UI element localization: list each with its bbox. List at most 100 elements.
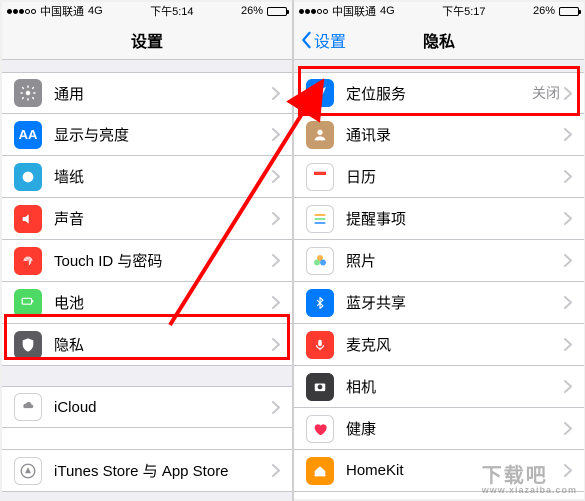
homekit-icon xyxy=(306,457,334,485)
list-row[interactable]: 健康 xyxy=(294,408,584,450)
watermark-text: 下载吧 xyxy=(482,465,548,487)
carrier-label: 中国联通 xyxy=(332,3,376,19)
chevron-right-icon xyxy=(564,87,572,100)
wallpaper-icon xyxy=(14,163,42,191)
list-row[interactable]: 照片 xyxy=(294,240,584,282)
list-row[interactable]: 定位服务关闭 xyxy=(294,72,584,114)
row-subtitle xyxy=(2,428,292,450)
chevron-right-icon xyxy=(272,296,280,309)
battery-icon xyxy=(267,7,287,16)
privacy-list[interactable]: 定位服务关闭通讯录日历提醒事项照片蓝牙共享麦克风相机健康HomeKit运动与健身… xyxy=(294,60,584,499)
list-row[interactable]: 墙纸 xyxy=(2,156,292,198)
signal-dots-icon xyxy=(299,9,328,14)
row-label: 声音 xyxy=(54,208,272,229)
list-row[interactable]: AA显示与亮度 xyxy=(2,114,292,156)
time-label: 下午5:17 xyxy=(442,3,485,19)
list-row[interactable]: 蓝牙共享 xyxy=(294,282,584,324)
chevron-right-icon xyxy=(272,87,280,100)
chevron-right-icon xyxy=(564,296,572,309)
camera-icon xyxy=(306,373,334,401)
network-label: 4G xyxy=(380,5,395,17)
row-label: 麦克风 xyxy=(346,334,564,355)
row-label: iCloud xyxy=(54,399,272,416)
row-label: 照片 xyxy=(346,250,564,271)
list-row[interactable]: 电池 xyxy=(2,282,292,324)
settings-list[interactable]: 通用 AA显示与亮度墙纸声音 Touch ID 与密码电池隐私 iCloud iTun… xyxy=(2,60,292,499)
network-label: 4G xyxy=(88,5,103,17)
nav-bar: 设置 隐私 xyxy=(294,20,584,60)
icloud-icon xyxy=(14,393,42,421)
list-row[interactable]: 隐私 xyxy=(2,324,292,366)
nav-bar: 设置 xyxy=(2,20,292,60)
row-label: 蓝牙共享 xyxy=(346,292,564,313)
right-phone: 中国联通 4G 下午5:17 26% 设置 隐私 定位服务关闭通讯录日历提醒事项… xyxy=(294,2,584,499)
chevron-right-icon xyxy=(272,128,280,141)
list-row[interactable]: 通用 xyxy=(2,72,292,114)
list-row[interactable]: 麦克风 xyxy=(294,324,584,366)
row-value: 关闭 xyxy=(532,83,560,103)
chevron-right-icon xyxy=(272,338,280,351)
bluetooth-icon xyxy=(306,289,334,317)
watermark-url: www.xiazaiba.com xyxy=(482,485,577,495)
chevron-right-icon xyxy=(564,254,572,267)
row-label: Touch ID 与密码 xyxy=(54,250,272,271)
battery-icon xyxy=(559,7,579,16)
row-label: 通讯录 xyxy=(346,124,564,145)
row-label: 显示与亮度 xyxy=(54,124,272,145)
touchid-icon xyxy=(14,247,42,275)
chevron-right-icon xyxy=(272,401,280,414)
stage: 中国联通 4G 下午5:14 26% 设置 通用 AA显示与亮度墙纸声音 Touch… xyxy=(0,0,585,501)
list-row[interactable]: iTunes Store 与 App Store xyxy=(2,450,292,492)
row-label: 提醒事项 xyxy=(346,208,564,229)
list-row[interactable]: 提醒事项 xyxy=(294,198,584,240)
calendar-icon xyxy=(306,163,334,191)
chevron-right-icon xyxy=(564,338,572,351)
chevron-right-icon xyxy=(564,380,572,393)
row-label: 电池 xyxy=(54,292,272,313)
back-label: 设置 xyxy=(314,28,346,52)
photos-icon xyxy=(306,247,334,275)
battery-icon xyxy=(14,289,42,317)
page-title: 隐私 xyxy=(423,28,455,52)
chevron-left-icon xyxy=(300,31,312,49)
page-title: 设置 xyxy=(131,28,163,52)
left-phone: 中国联通 4G 下午5:14 26% 设置 通用 AA显示与亮度墙纸声音 Touch… xyxy=(2,2,292,499)
contacts-icon xyxy=(306,121,334,149)
mic-icon xyxy=(306,331,334,359)
list-row[interactable]: 通讯录 xyxy=(294,114,584,156)
row-label: iTunes Store 与 App Store xyxy=(54,460,272,481)
row-label: 健康 xyxy=(346,418,564,439)
list-row[interactable]: 声音 xyxy=(2,198,292,240)
appstore-icon xyxy=(14,457,42,485)
row-label: 隐私 xyxy=(54,334,272,355)
watermark: 下载吧 www.xiazaiba.com xyxy=(482,459,577,495)
sound-icon xyxy=(14,205,42,233)
chevron-right-icon xyxy=(272,254,280,267)
gear-icon xyxy=(14,79,42,107)
reminders-icon xyxy=(306,205,334,233)
list-row[interactable]: iCloud xyxy=(2,386,292,428)
status-bar: 中国联通 4G 下午5:14 26% xyxy=(2,2,292,20)
list-row[interactable]: 相机 xyxy=(294,366,584,408)
health-icon xyxy=(306,415,334,443)
row-label: 日历 xyxy=(346,166,564,187)
battery-label: 26% xyxy=(533,5,555,17)
chevron-right-icon xyxy=(564,422,572,435)
back-button[interactable]: 设置 xyxy=(300,28,346,52)
motion-icon xyxy=(306,499,334,500)
chevron-right-icon xyxy=(564,212,572,225)
row-label: 通用 xyxy=(54,83,272,104)
chevron-right-icon xyxy=(272,212,280,225)
row-label: 墙纸 xyxy=(54,166,272,187)
time-label: 下午5:14 xyxy=(150,3,193,19)
list-row[interactable]: Touch ID 与密码 xyxy=(2,240,292,282)
list-row[interactable]: 日历 xyxy=(294,156,584,198)
privacy-icon xyxy=(14,331,42,359)
signal-dots-icon xyxy=(7,9,36,14)
status-bar: 中国联通 4G 下午5:17 26% xyxy=(294,2,584,20)
chevron-right-icon xyxy=(272,170,280,183)
chevron-right-icon xyxy=(564,170,572,183)
row-label: 相机 xyxy=(346,376,564,397)
carrier-label: 中国联通 xyxy=(40,3,84,19)
battery-label: 26% xyxy=(241,5,263,17)
